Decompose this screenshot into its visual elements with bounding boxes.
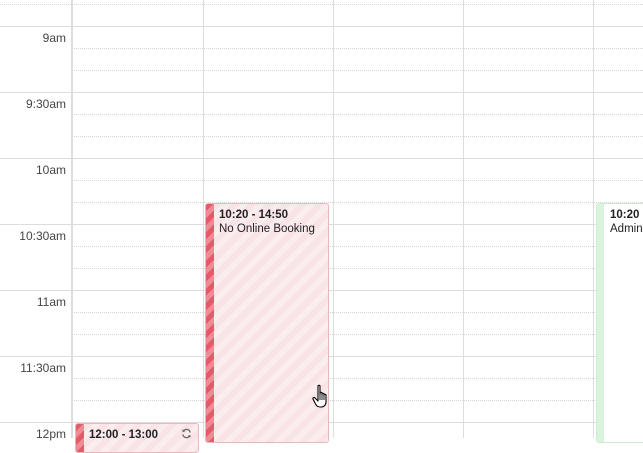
time-label: 11am [36,295,66,309]
event-time: 10:20 [610,209,640,221]
time-label: 9am [42,31,66,45]
event-color-stripe [206,204,214,442]
time-label: 10am [35,163,66,177]
sync-icon [182,428,191,439]
time-label: 9:30am [25,97,66,111]
event-color-stripe [597,204,604,442]
calendar-event-recurring[interactable]: 12:00 - 13:00 [75,423,199,453]
calendar-event-no-online-booking[interactable]: 10:20 - 14:50 No Online Booking [205,203,329,443]
time-label: 10:30am [19,229,66,243]
event-title: Admin [610,223,643,235]
day-column[interactable] [463,0,593,438]
time-label: 12pm [35,427,66,441]
event-color-stripe [76,424,84,452]
time-axis: 9am 9:30am 10am 10:30am 11am 11:30am 12p… [0,0,72,441]
time-label: 11:30am [20,361,66,375]
event-time: 12:00 - 13:00 [89,429,159,441]
event-title: No Online Booking [219,223,315,235]
event-time: 10:20 - 14:50 [219,209,289,221]
calendar-event-admin[interactable]: 10:20 Admin [596,203,643,443]
hand-pointer-icon [312,384,327,408]
day-column[interactable] [72,0,203,438]
day-column[interactable] [333,0,463,438]
